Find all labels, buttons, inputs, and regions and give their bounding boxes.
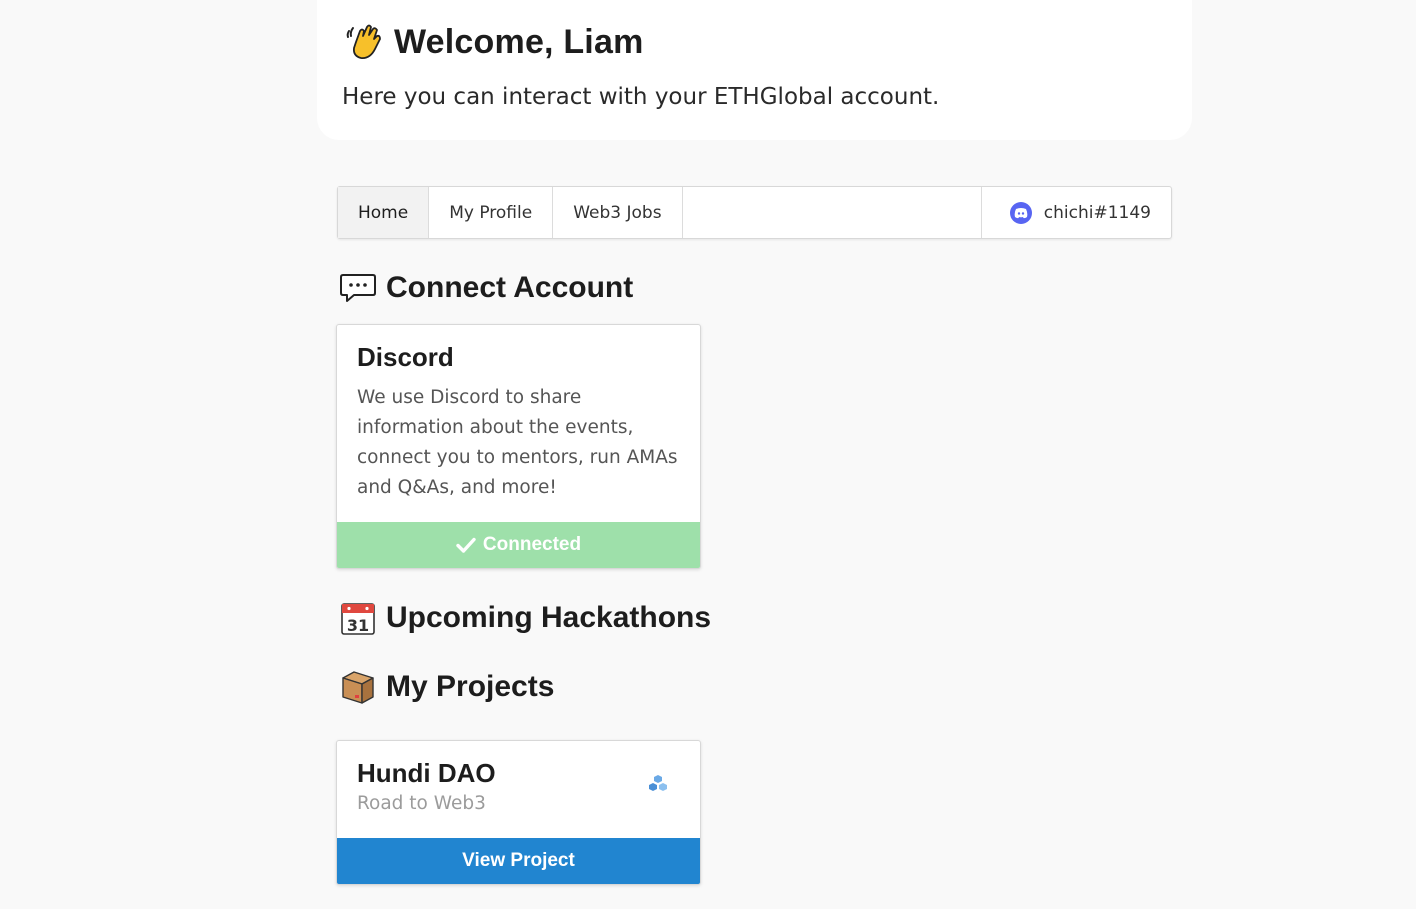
my-projects-heading: My Projects	[340, 669, 554, 705]
waving-hand-icon	[344, 22, 384, 62]
speech-bubble-icon	[340, 270, 376, 306]
tab-home[interactable]: Home	[338, 187, 430, 238]
tab-web3-jobs[interactable]: Web3 Jobs	[553, 187, 683, 238]
tab-label: My Profile	[449, 202, 533, 223]
package-icon	[340, 669, 376, 705]
discord-username: chichi#1149	[1043, 202, 1151, 223]
discord-user-tag[interactable]: chichi#1149	[982, 187, 1171, 238]
discord-connect-card: Discord We use Discord to share informat…	[336, 324, 701, 569]
card-description: We use Discord to share information abou…	[357, 387, 678, 498]
connected-status-button[interactable]: Connected	[337, 522, 700, 568]
section-title: My Projects	[386, 670, 555, 703]
welcome-card	[317, 0, 1192, 140]
welcome-subtitle: Here you can interact with your ETHGloba…	[342, 84, 940, 110]
svg-text:31: 31	[347, 616, 369, 635]
project-event: Road to Web3	[357, 793, 486, 814]
welcome-heading: Welcome, Liam	[344, 22, 644, 62]
tab-label: Web3 Jobs	[573, 202, 662, 223]
project-name: Hundi DAO	[357, 758, 496, 788]
welcome-title: Welcome, Liam	[394, 22, 644, 61]
upcoming-hackathons-heading: 31 Upcoming Hackathons	[340, 600, 711, 636]
tab-my-profile[interactable]: My Profile	[429, 187, 554, 238]
blocks-icon	[647, 773, 669, 799]
tab-label: Home	[358, 202, 409, 223]
status-label: Connected	[482, 534, 582, 555]
connect-account-heading: Connect Account	[340, 270, 633, 306]
button-label: View Project	[462, 850, 575, 871]
project-card: Hundi DAO Road to Web3 View Project	[336, 740, 701, 885]
section-title: Connect Account	[386, 271, 634, 304]
tab-bar: Home My Profile Web3 Jobs chichi#1149	[337, 186, 1172, 239]
card-title: Discord	[357, 342, 454, 372]
section-title: Upcoming Hackathons	[386, 601, 712, 634]
tab-spacer	[683, 187, 982, 238]
view-project-button[interactable]: View Project	[337, 838, 700, 884]
check-icon	[456, 537, 476, 553]
calendar-icon: 31	[340, 600, 376, 636]
discord-icon	[1009, 201, 1032, 224]
